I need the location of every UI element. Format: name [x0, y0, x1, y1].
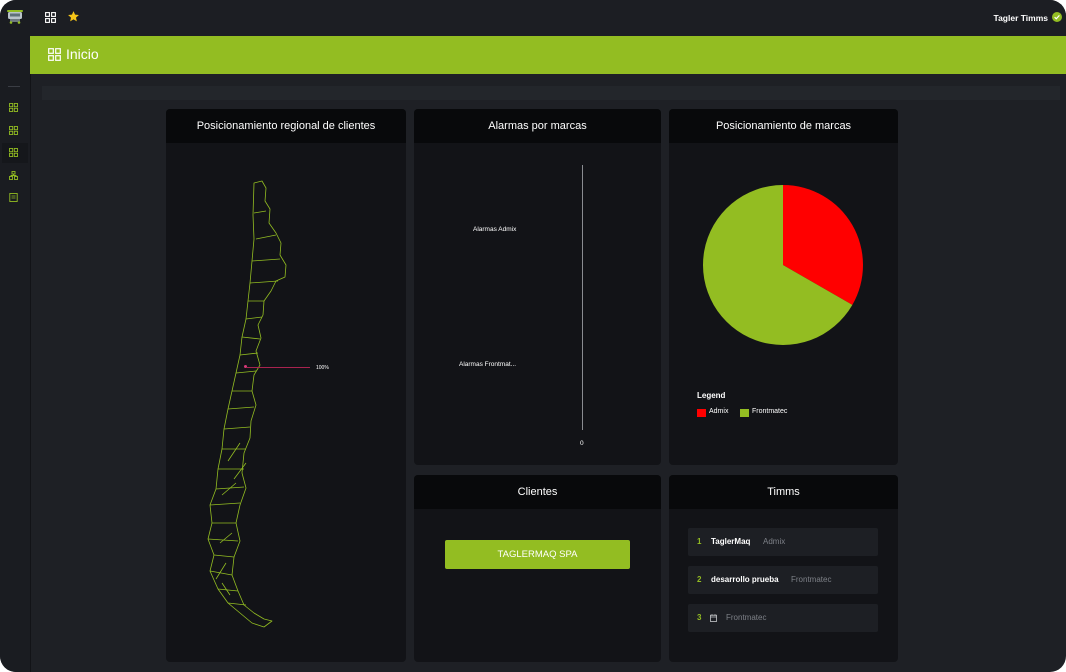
apps-grid-icon[interactable]	[45, 12, 56, 23]
card-title: Alarmas por marcas	[414, 109, 661, 143]
card-brand-positioning: Posicionamiento de marcas Legend Admix F…	[669, 109, 898, 465]
list-item-number: 3	[697, 613, 702, 622]
pie-chart[interactable]	[702, 184, 864, 346]
verified-check-icon	[1052, 12, 1062, 22]
card-alarms-by-brand: Alarmas por marcas Alarmas Admix Alarmas…	[414, 109, 661, 465]
sidebar-item-active[interactable]	[2, 143, 28, 163]
legend-label: Frontmatec	[752, 408, 788, 415]
sidebar	[0, 0, 31, 672]
card-title: Timms	[669, 475, 898, 509]
page-title: Inicio	[66, 46, 99, 62]
hierarchy-icon[interactable]	[9, 171, 18, 180]
legend-title: Legend	[697, 391, 726, 400]
chart-axis	[582, 165, 583, 430]
top-bar: Tagler Timms	[30, 0, 1066, 36]
list-item-name: TaglerMaq	[711, 537, 751, 546]
page-header-banner: Inicio	[30, 36, 1066, 74]
card-regional-positioning: Posicionamiento regional de clientes 100…	[166, 109, 406, 662]
client-button[interactable]: TAGLERMAQ SPA	[445, 540, 630, 569]
bar-label: Alarmas Admix	[473, 226, 517, 233]
map-marker-line	[246, 367, 310, 368]
sidebar-divider	[8, 86, 20, 87]
bar-label: Alarmas Frontmat...	[459, 361, 517, 368]
card-title: Posicionamiento de marcas	[669, 109, 898, 143]
dashboard-icon	[48, 48, 61, 61]
axis-tick-label: 0	[580, 440, 584, 447]
map-marker-label: 100%	[316, 365, 329, 371]
list-item-name: desarrollo prueba	[711, 575, 779, 584]
legend-label: Admix	[709, 408, 729, 415]
legend-swatch	[697, 409, 706, 417]
list-item[interactable]: 1 TaglerMaq Admix	[688, 528, 878, 556]
logo-icon[interactable]	[6, 7, 24, 25]
document-icon[interactable]	[9, 193, 18, 202]
list-item-number: 1	[697, 537, 702, 546]
list-item-brand: Frontmatec	[726, 613, 767, 622]
user-name[interactable]: Tagler Timms	[994, 13, 1048, 23]
card-timms: Timms 1 TaglerMaq Admix 2 desarrollo pru…	[669, 475, 898, 662]
list-item-number: 2	[697, 575, 702, 584]
dashboard-icon[interactable]	[9, 126, 18, 135]
dashboard-icon	[9, 148, 18, 157]
legend-swatch	[740, 409, 749, 417]
list-item[interactable]: 3 Frontmatec	[688, 604, 878, 632]
favorite-star-icon[interactable]	[67, 10, 80, 23]
card-title: Posicionamiento regional de clientes	[166, 109, 406, 143]
calendar-icon	[710, 614, 717, 622]
dashboard-icon[interactable]	[9, 103, 18, 112]
app-window: Tagler Timms Inicio Posicionamiento regi…	[0, 0, 1066, 672]
list-item-brand: Frontmatec	[791, 575, 832, 584]
filter-bar	[42, 86, 1060, 100]
list-item-brand: Admix	[763, 537, 786, 546]
list-item[interactable]: 2 desarrollo prueba Frontmatec	[688, 566, 878, 594]
card-clients: Clientes TAGLERMAQ SPA	[414, 475, 661, 662]
chile-map[interactable]	[166, 143, 406, 662]
card-title: Clientes	[414, 475, 661, 509]
